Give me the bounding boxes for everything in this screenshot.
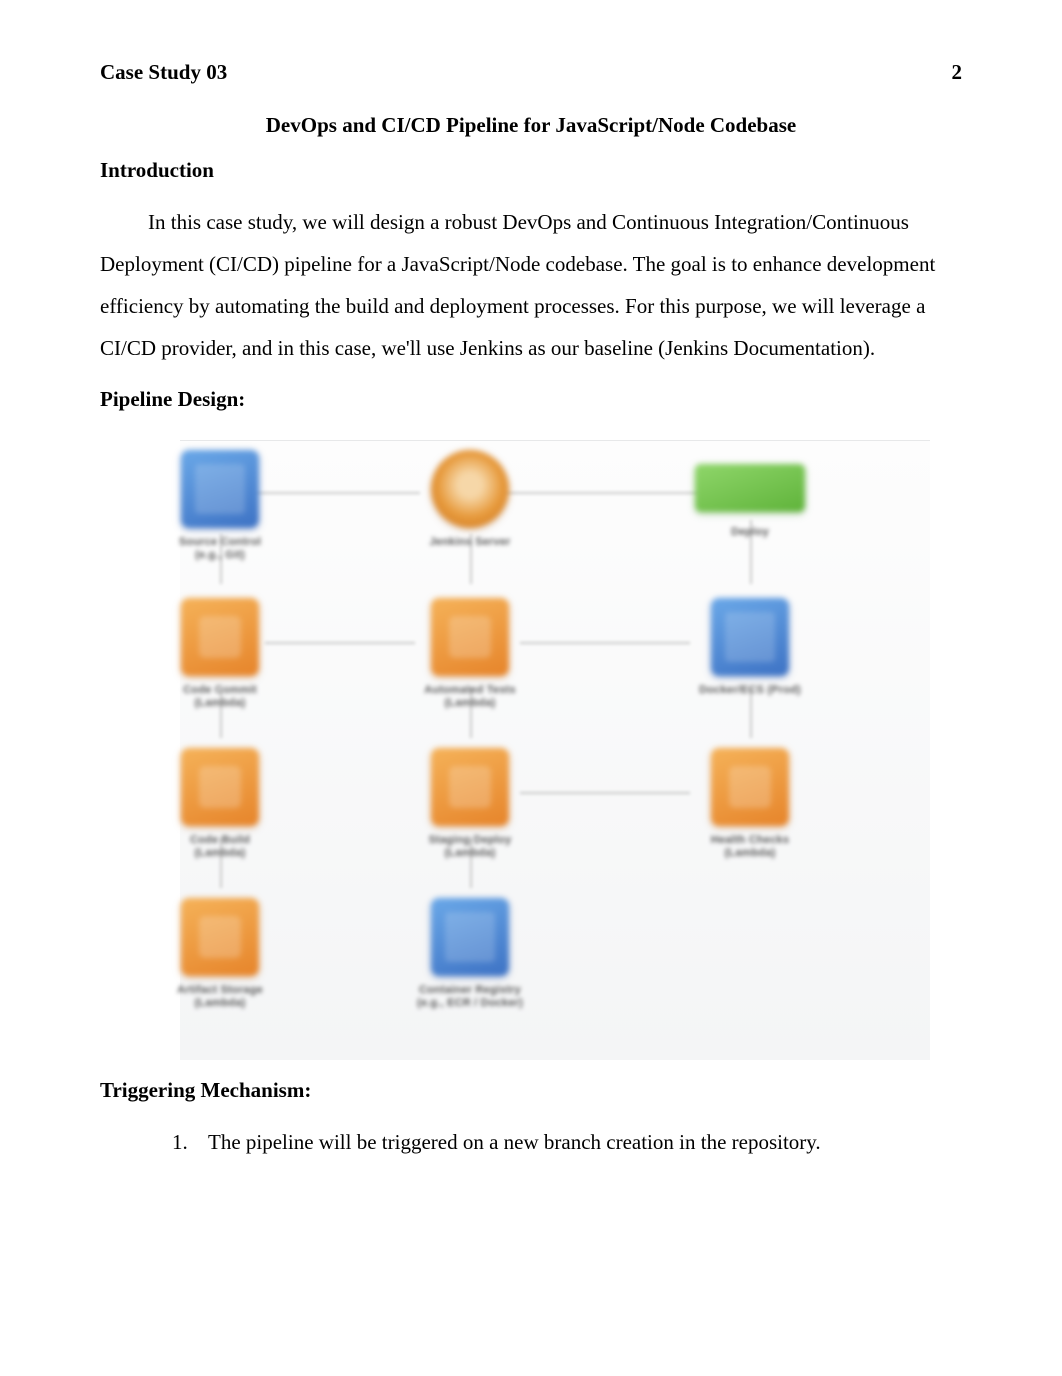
diagram-node-label: Artifact Storage (Lambda): [165, 984, 275, 1010]
deploy-icon: [695, 464, 805, 512]
lambda-icon: [431, 748, 509, 826]
pipeline-diagram: Source Control (e.g., Git) Jenkins Serve…: [100, 430, 930, 1060]
diagram-node-docker-ecs: Docker/ECS (Prod): [695, 598, 805, 698]
diagram-node-label: Docker/ECS (Prod): [695, 684, 805, 698]
container-icon: [711, 598, 789, 676]
header-left-label: Case Study 03: [100, 60, 227, 85]
diagram-node-label: Jenkins Server: [415, 536, 525, 550]
list-number: 1.: [172, 1121, 194, 1163]
diagram-node-jenkins: Jenkins Server: [415, 450, 525, 550]
diagram-node-label: Health Checks (Lambda): [695, 834, 805, 860]
diagram-node-health-check: Health Checks (Lambda): [695, 748, 805, 860]
lambda-icon: [711, 748, 789, 826]
triggering-list-item: 1. The pipeline will be triggered on a n…: [172, 1121, 962, 1163]
section-heading-pipeline-design: Pipeline Design:: [100, 387, 962, 412]
diagram-node-label: Staging Deploy (Lambda): [415, 834, 525, 860]
diagram-node-label: Deploy: [695, 526, 805, 540]
diagram-node-label: Source Control (e.g., Git): [165, 536, 275, 562]
diagram-node-label: Code Build (Lambda): [165, 834, 275, 860]
source-control-icon: [181, 450, 259, 528]
lambda-icon: [431, 598, 509, 676]
page-header: Case Study 03 2: [100, 60, 962, 85]
list-text: The pipeline will be triggered on a new …: [208, 1121, 821, 1163]
diagram-node-deploy: Deploy: [695, 450, 805, 540]
section-heading-triggering: Triggering Mechanism:: [100, 1078, 962, 1103]
lambda-icon: [181, 898, 259, 976]
diagram-node-staging-deploy: Staging Deploy (Lambda): [415, 748, 525, 860]
diagram-node-automated-tests: Automated Tests (Lambda): [415, 598, 525, 710]
lambda-icon: [181, 598, 259, 676]
diagram-node-label: Code Commit (Lambda): [165, 684, 275, 710]
introduction-paragraph: In this case study, we will design a rob…: [100, 201, 962, 369]
diagram-node-code-build: Code Build (Lambda): [165, 748, 275, 860]
introduction-text: In this case study, we will design a rob…: [100, 210, 935, 360]
diagram-node-code-commit: Code Commit (Lambda): [165, 598, 275, 710]
diagram-node-label: Container Registry (e.g., ECR / Docker): [415, 984, 525, 1010]
diagram-node-container-registry: Container Registry (e.g., ECR / Docker): [415, 898, 525, 1010]
connector: [500, 492, 700, 494]
connector: [520, 642, 690, 644]
connector: [265, 642, 415, 644]
diagram-node-label: Automated Tests (Lambda): [415, 684, 525, 710]
section-heading-introduction: Introduction: [100, 158, 962, 183]
page-number: 2: [952, 60, 963, 85]
lambda-icon: [181, 748, 259, 826]
diagram-background: [180, 440, 930, 1060]
connector: [250, 492, 420, 494]
document-title: DevOps and CI/CD Pipeline for JavaScript…: [100, 113, 962, 138]
connector: [520, 792, 690, 794]
registry-icon: [431, 898, 509, 976]
diagram-node-artifact-storage: Artifact Storage (Lambda): [165, 898, 275, 1010]
jenkins-icon: [431, 450, 509, 528]
diagram-node-source-control: Source Control (e.g., Git): [165, 450, 275, 562]
